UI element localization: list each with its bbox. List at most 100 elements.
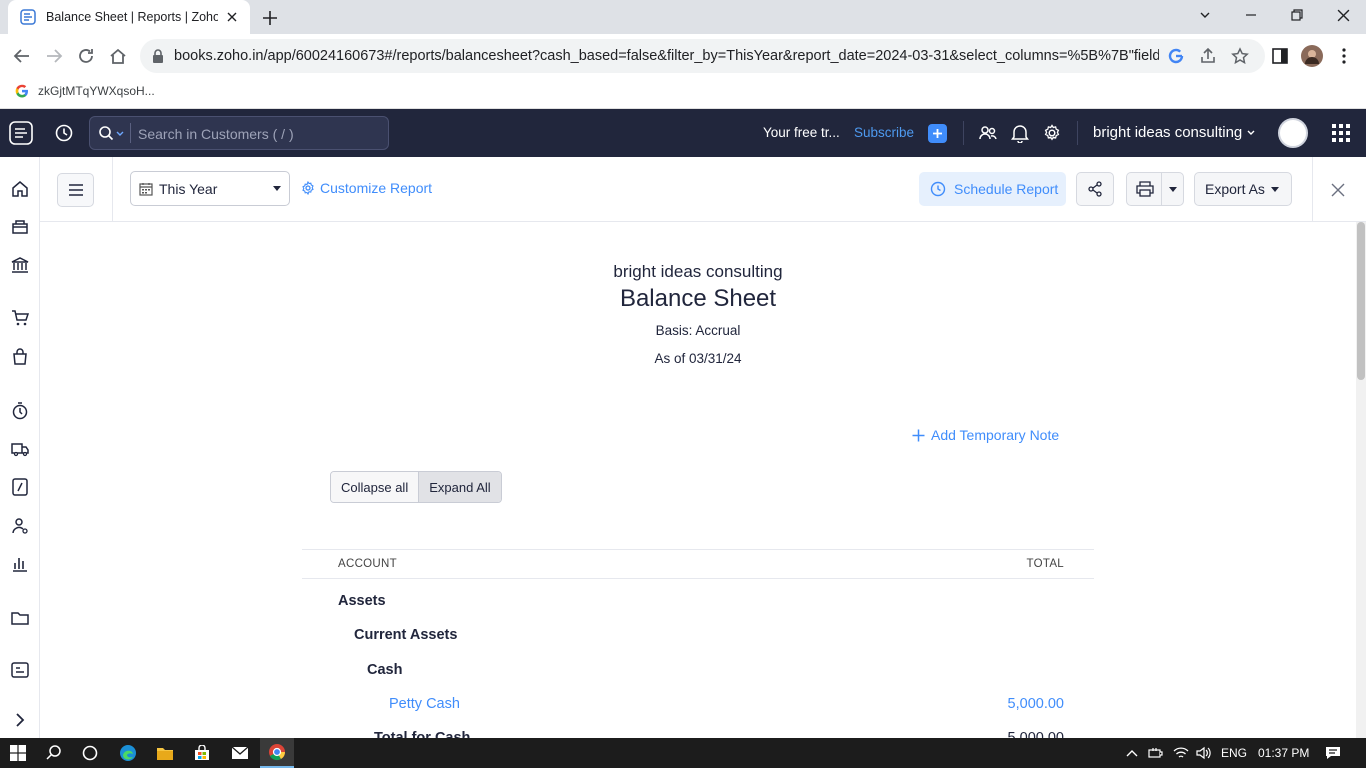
left-sidebar: [0, 157, 40, 738]
items-box-icon[interactable]: [10, 217, 30, 237]
account-group-cash: Cash: [367, 662, 403, 678]
period-dropdown[interactable]: This Year: [130, 171, 290, 206]
close-report-icon[interactable]: [1330, 182, 1346, 198]
print-split-divider: [1161, 173, 1162, 205]
google-lens-icon[interactable]: [1167, 47, 1185, 65]
expand-sidebar-chevron-icon[interactable]: [10, 710, 30, 730]
scrollbar-thumb[interactable]: [1357, 222, 1365, 380]
cortana-icon[interactable]: [80, 743, 100, 763]
show-hidden-icons-chevron-icon[interactable]: [1122, 743, 1142, 763]
report-menu-button[interactable]: [57, 173, 94, 207]
taskbar-search-icon[interactable]: [44, 743, 64, 763]
add-temporary-note-button[interactable]: Add Temporary Note: [912, 427, 1059, 443]
windows-start-icon[interactable]: [8, 743, 28, 763]
sales-cart-icon[interactable]: [10, 308, 30, 328]
search-icon[interactable]: [98, 125, 126, 143]
wifi-icon[interactable]: [1171, 743, 1191, 763]
eway-bills-truck-icon[interactable]: [10, 439, 30, 459]
period-value: This Year: [159, 180, 218, 197]
accountant-icon[interactable]: [10, 516, 30, 536]
quick-create-button[interactable]: [928, 124, 947, 143]
free-trial-text[interactable]: Your free tr...: [763, 125, 840, 140]
volume-icon[interactable]: [1194, 743, 1214, 763]
notifications-bell-icon[interactable]: [1008, 121, 1032, 145]
table-row[interactable]: Assets: [302, 583, 1094, 617]
home-icon[interactable]: [10, 179, 30, 199]
expand-all-button[interactable]: Expand All: [418, 472, 501, 502]
report-basis: Basis: Accrual: [655, 323, 741, 338]
header-divider: [1077, 121, 1078, 145]
caret-down-icon: [1271, 187, 1279, 192]
gst-filing-icon[interactable]: [10, 477, 30, 497]
referral-users-icon[interactable]: [976, 121, 1000, 145]
balance-sheet-table: ACCOUNT TOTAL Assets Current Assets Cash…: [302, 549, 1094, 738]
time-tracking-icon[interactable]: [10, 401, 30, 421]
amount-link-petty-cash[interactable]: 5,000.00: [1008, 696, 1064, 712]
app-grid-icon[interactable]: [1329, 121, 1353, 145]
close-tab-icon[interactable]: [224, 9, 240, 25]
apps-integrations-icon[interactable]: [10, 660, 30, 680]
file-explorer-icon[interactable]: [155, 743, 175, 763]
organization-switcher[interactable]: bright ideas consulting: [1093, 124, 1256, 141]
zoho-books-logo-icon[interactable]: [8, 120, 34, 146]
reports-chart-icon[interactable]: [10, 554, 30, 574]
forward-icon[interactable]: [42, 44, 66, 68]
print-button[interactable]: [1126, 172, 1184, 206]
subscribe-link[interactable]: Subscribe: [854, 125, 914, 140]
browser-toolbar: books.zoho.in/app/60024160673#/reports/b…: [0, 34, 1366, 78]
account-link-petty-cash[interactable]: Petty Cash: [389, 696, 460, 712]
table-row[interactable]: Current Assets: [302, 617, 1094, 651]
caret-down-icon[interactable]: [1169, 187, 1177, 192]
schedule-report-label: Schedule Report: [954, 181, 1059, 197]
action-center-icon[interactable]: [1323, 743, 1343, 763]
search-input[interactable]: [138, 123, 378, 145]
table-row[interactable]: Petty Cash 5,000.00: [302, 686, 1094, 720]
home-icon[interactable]: [106, 44, 130, 68]
table-header: ACCOUNT TOTAL: [302, 549, 1094, 579]
schedule-report-button[interactable]: Schedule Report: [919, 172, 1066, 206]
microsoft-store-icon[interactable]: [192, 743, 212, 763]
edge-browser-icon[interactable]: [118, 743, 138, 763]
minimize-icon[interactable]: [1228, 0, 1274, 30]
customize-report-button[interactable]: Customize Report: [301, 180, 432, 196]
browser-menu-icon[interactable]: [1332, 44, 1356, 68]
search-divider: [130, 123, 131, 143]
settings-gear-icon[interactable]: [1040, 121, 1064, 145]
new-tab-icon[interactable]: [260, 8, 280, 28]
share-page-icon[interactable]: [1199, 47, 1217, 65]
report-organization: bright ideas consulting: [613, 262, 783, 281]
purchases-bag-icon[interactable]: [10, 347, 30, 367]
documents-folder-icon[interactable]: [10, 608, 30, 628]
bookmarks-bar: zkGjtMTqYWXqsoH...: [0, 78, 1366, 109]
export-as-label: Export As: [1205, 181, 1265, 197]
user-avatar[interactable]: [1278, 118, 1308, 148]
tab-search-icon[interactable]: [1182, 0, 1228, 30]
bookmark-star-icon[interactable]: [1231, 47, 1249, 65]
bookmark-item[interactable]: zkGjtMTqYWXqsoH...: [14, 83, 155, 99]
address-bar[interactable]: books.zoho.in/app/60024160673#/reports/b…: [140, 39, 1265, 73]
chrome-taskbar-icon[interactable]: [260, 738, 294, 768]
input-language[interactable]: ENG: [1221, 746, 1247, 760]
system-clock[interactable]: 01:37 PM: [1258, 746, 1309, 760]
side-panel-icon[interactable]: [1268, 44, 1292, 68]
browser-tab[interactable]: Balance Sheet | Reports | Zoho B: [8, 0, 250, 34]
collapse-all-button[interactable]: Collapse all: [331, 472, 419, 502]
battery-plug-icon[interactable]: [1146, 743, 1166, 763]
report-scrollbar[interactable]: [1356, 222, 1366, 738]
table-row[interactable]: Cash: [302, 651, 1094, 686]
mail-icon[interactable]: [230, 743, 250, 763]
window-close-icon[interactable]: [1320, 0, 1366, 30]
export-as-button[interactable]: Export As: [1194, 172, 1292, 206]
clock-icon: [930, 181, 946, 197]
account-group-current-assets: Current Assets: [354, 627, 458, 643]
back-icon[interactable]: [10, 44, 34, 68]
hamburger-icon: [68, 184, 83, 196]
share-button[interactable]: [1076, 172, 1114, 206]
profile-avatar-icon[interactable]: [1300, 44, 1324, 68]
plus-icon: [933, 129, 942, 138]
banking-icon[interactable]: [10, 255, 30, 275]
restore-icon[interactable]: [1274, 0, 1320, 30]
global-search[interactable]: [89, 116, 389, 150]
recent-history-icon[interactable]: [52, 121, 76, 145]
reload-icon[interactable]: [74, 44, 98, 68]
